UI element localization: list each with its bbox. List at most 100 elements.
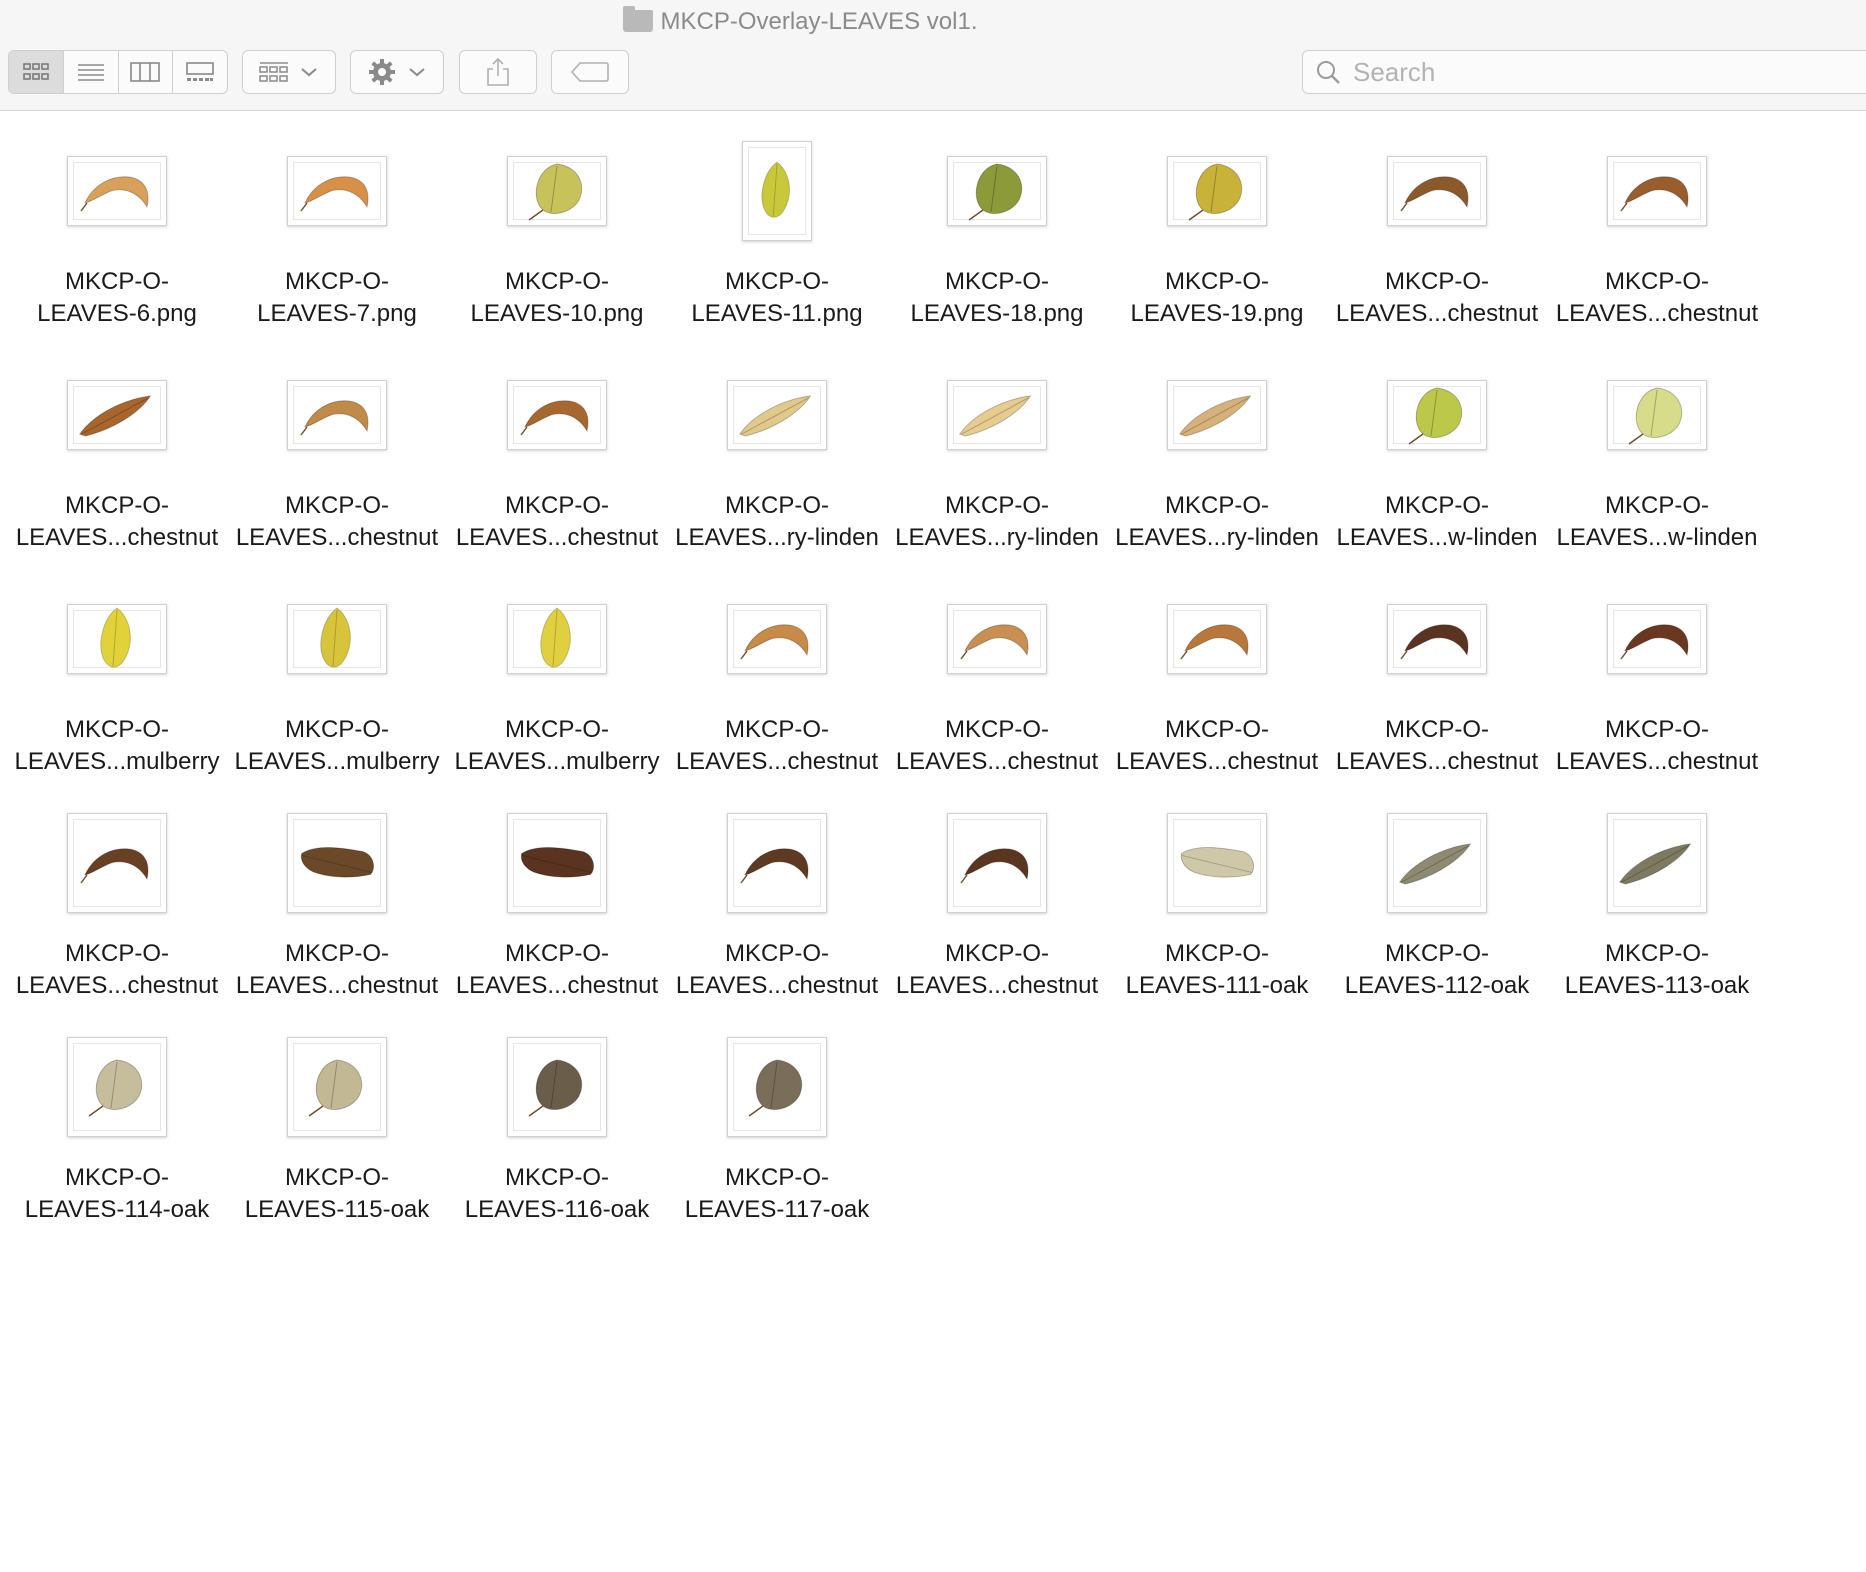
file-item[interactable]: MKCP-O- LEAVES...chestnut — [1547, 128, 1767, 352]
file-name-label[interactable]: MKCP-O- LEAVES-11.png — [667, 266, 887, 330]
search-field[interactable] — [1302, 50, 1866, 94]
file-name-label[interactable]: MKCP-O- LEAVES-112-oak — [1327, 938, 1547, 1002]
file-name-label[interactable]: MKCP-O- LEAVES...ry-linden — [667, 490, 887, 554]
file-thumbnail[interactable] — [1607, 813, 1707, 913]
file-thumbnail[interactable] — [507, 604, 607, 674]
file-thumbnail[interactable] — [67, 380, 167, 450]
file-thumbnail[interactable] — [1167, 813, 1267, 913]
file-item[interactable]: MKCP-O- LEAVES...chestnut — [227, 352, 447, 576]
file-name-label[interactable]: MKCP-O- LEAVES-115-oak — [227, 1162, 447, 1226]
file-item[interactable]: MKCP-O- LEAVES-117-oak — [667, 1024, 887, 1248]
file-thumbnail[interactable] — [287, 1037, 387, 1137]
file-name-label[interactable]: MKCP-O- LEAVES...chestnut — [447, 938, 667, 1002]
file-name-label[interactable]: MKCP-O- LEAVES...w-linden — [1327, 490, 1547, 554]
list-view-button[interactable] — [64, 51, 119, 93]
file-item[interactable]: MKCP-O- LEAVES...chestnut — [447, 352, 667, 576]
file-name-label[interactable]: MKCP-O- LEAVES-117-oak — [667, 1162, 887, 1226]
column-view-button[interactable] — [119, 51, 174, 93]
file-item[interactable]: MKCP-O- LEAVES...chestnut — [667, 800, 887, 1024]
file-item[interactable]: MKCP-O- LEAVES-10.png — [447, 128, 667, 352]
file-item[interactable]: MKCP-O- LEAVES-113-oak — [1547, 800, 1767, 1024]
file-item[interactable]: MKCP-O- LEAVES-112-oak — [1327, 800, 1547, 1024]
file-thumbnail[interactable] — [1607, 604, 1707, 674]
file-name-label[interactable]: MKCP-O- LEAVES...ry-linden — [887, 490, 1107, 554]
file-thumbnail[interactable] — [1167, 604, 1267, 674]
file-item[interactable]: MKCP-O- LEAVES...chestnut — [1327, 576, 1547, 800]
file-item[interactable]: MKCP-O- LEAVES...chestnut — [1107, 576, 1327, 800]
file-name-label[interactable]: MKCP-O- LEAVES...ry-linden — [1107, 490, 1327, 554]
file-name-label[interactable]: MKCP-O- LEAVES-19.png — [1107, 266, 1327, 330]
file-thumbnail[interactable] — [947, 813, 1047, 913]
file-thumbnail[interactable] — [287, 813, 387, 913]
file-item[interactable]: MKCP-O- LEAVES...w-linden — [1547, 352, 1767, 576]
file-thumbnail[interactable] — [727, 380, 827, 450]
file-name-label[interactable]: MKCP-O- LEAVES...chestnut — [1547, 714, 1767, 778]
icon-view-button[interactable] — [9, 51, 64, 93]
file-item[interactable]: MKCP-O- LEAVES-18.png — [887, 128, 1107, 352]
file-item[interactable]: MKCP-O- LEAVES...chestnut — [887, 576, 1107, 800]
file-name-label[interactable]: MKCP-O- LEAVES-7.png — [227, 266, 447, 330]
file-thumbnail[interactable] — [1387, 380, 1487, 450]
file-thumbnail[interactable] — [727, 1037, 827, 1137]
file-name-label[interactable]: MKCP-O- LEAVES-113-oak — [1547, 938, 1767, 1002]
gallery-view-button[interactable] — [173, 51, 227, 93]
file-thumbnail[interactable] — [67, 1037, 167, 1137]
file-name-label[interactable]: MKCP-O- LEAVES...chestnut — [227, 490, 447, 554]
file-name-label[interactable]: MKCP-O- LEAVES-111-oak — [1107, 938, 1327, 1002]
file-thumbnail[interactable] — [1387, 813, 1487, 913]
file-item[interactable]: MKCP-O- LEAVES-6.png — [7, 128, 227, 352]
file-thumbnail[interactable] — [67, 813, 167, 913]
file-item[interactable]: MKCP-O- LEAVES...ry-linden — [887, 352, 1107, 576]
file-item[interactable]: MKCP-O- LEAVES-19.png — [1107, 128, 1327, 352]
file-item[interactable]: MKCP-O- LEAVES-7.png — [227, 128, 447, 352]
file-name-label[interactable]: MKCP-O- LEAVES-114-oak — [7, 1162, 227, 1226]
file-name-label[interactable]: MKCP-O- LEAVES...chestnut — [667, 938, 887, 1002]
file-name-label[interactable]: MKCP-O- LEAVES...chestnut — [887, 938, 1107, 1002]
file-item[interactable]: MKCP-O- LEAVES...chestnut — [1327, 128, 1547, 352]
file-name-label[interactable]: MKCP-O- LEAVES-6.png — [7, 266, 227, 330]
file-item[interactable]: MKCP-O- LEAVES-11.png — [667, 128, 887, 352]
file-name-label[interactable]: MKCP-O- LEAVES...mulberry — [7, 714, 227, 778]
tag-button[interactable] — [551, 50, 629, 94]
file-thumbnail[interactable] — [1607, 380, 1707, 450]
file-thumbnail[interactable] — [727, 813, 827, 913]
file-thumbnail[interactable] — [947, 380, 1047, 450]
action-menu-button[interactable] — [350, 50, 444, 94]
file-item[interactable]: MKCP-O- LEAVES...w-linden — [1327, 352, 1547, 576]
file-thumbnail[interactable] — [727, 604, 827, 674]
file-name-label[interactable]: MKCP-O- LEAVES-18.png — [887, 266, 1107, 330]
file-thumbnail[interactable] — [1167, 156, 1267, 226]
file-item[interactable]: MKCP-O- LEAVES...mulberry — [7, 576, 227, 800]
file-thumbnail[interactable] — [507, 1037, 607, 1137]
file-thumbnail[interactable] — [1607, 156, 1707, 226]
file-thumbnail[interactable] — [947, 604, 1047, 674]
file-name-label[interactable]: MKCP-O- LEAVES...w-linden — [1547, 490, 1767, 554]
file-thumbnail[interactable] — [947, 156, 1047, 226]
file-name-label[interactable]: MKCP-O- LEAVES...mulberry — [227, 714, 447, 778]
file-item[interactable]: MKCP-O- LEAVES...ry-linden — [1107, 352, 1327, 576]
file-thumbnail[interactable] — [287, 380, 387, 450]
file-thumbnail[interactable] — [287, 604, 387, 674]
file-item[interactable]: MKCP-O- LEAVES...chestnut — [7, 352, 227, 576]
group-by-button[interactable] — [242, 50, 336, 94]
file-item[interactable]: MKCP-O- LEAVES-116-oak — [447, 1024, 667, 1248]
file-thumbnail[interactable] — [287, 156, 387, 226]
file-thumbnail[interactable] — [742, 141, 812, 241]
file-thumbnail[interactable] — [1387, 604, 1487, 674]
file-item[interactable]: MKCP-O- LEAVES...chestnut — [887, 800, 1107, 1024]
file-name-label[interactable]: MKCP-O- LEAVES...chestnut — [1547, 266, 1767, 330]
file-name-label[interactable]: MKCP-O- LEAVES...chestnut — [447, 490, 667, 554]
share-button[interactable] — [459, 50, 537, 94]
file-item[interactable]: MKCP-O- LEAVES-115-oak — [227, 1024, 447, 1248]
file-name-label[interactable]: MKCP-O- LEAVES...chestnut — [1327, 266, 1547, 330]
file-name-label[interactable]: MKCP-O- LEAVES-116-oak — [447, 1162, 667, 1226]
file-item[interactable]: MKCP-O- LEAVES...chestnut — [7, 800, 227, 1024]
file-name-label[interactable]: MKCP-O- LEAVES-10.png — [447, 266, 667, 330]
file-item[interactable]: MKCP-O- LEAVES...chestnut — [667, 576, 887, 800]
file-name-label[interactable]: MKCP-O- LEAVES...chestnut — [227, 938, 447, 1002]
file-thumbnail[interactable] — [507, 380, 607, 450]
file-item[interactable]: MKCP-O- LEAVES...chestnut — [447, 800, 667, 1024]
file-item[interactable]: MKCP-O- LEAVES...mulberry — [227, 576, 447, 800]
file-name-label[interactable]: MKCP-O- LEAVES...chestnut — [667, 714, 887, 778]
file-item[interactable]: MKCP-O- LEAVES-114-oak — [7, 1024, 227, 1248]
